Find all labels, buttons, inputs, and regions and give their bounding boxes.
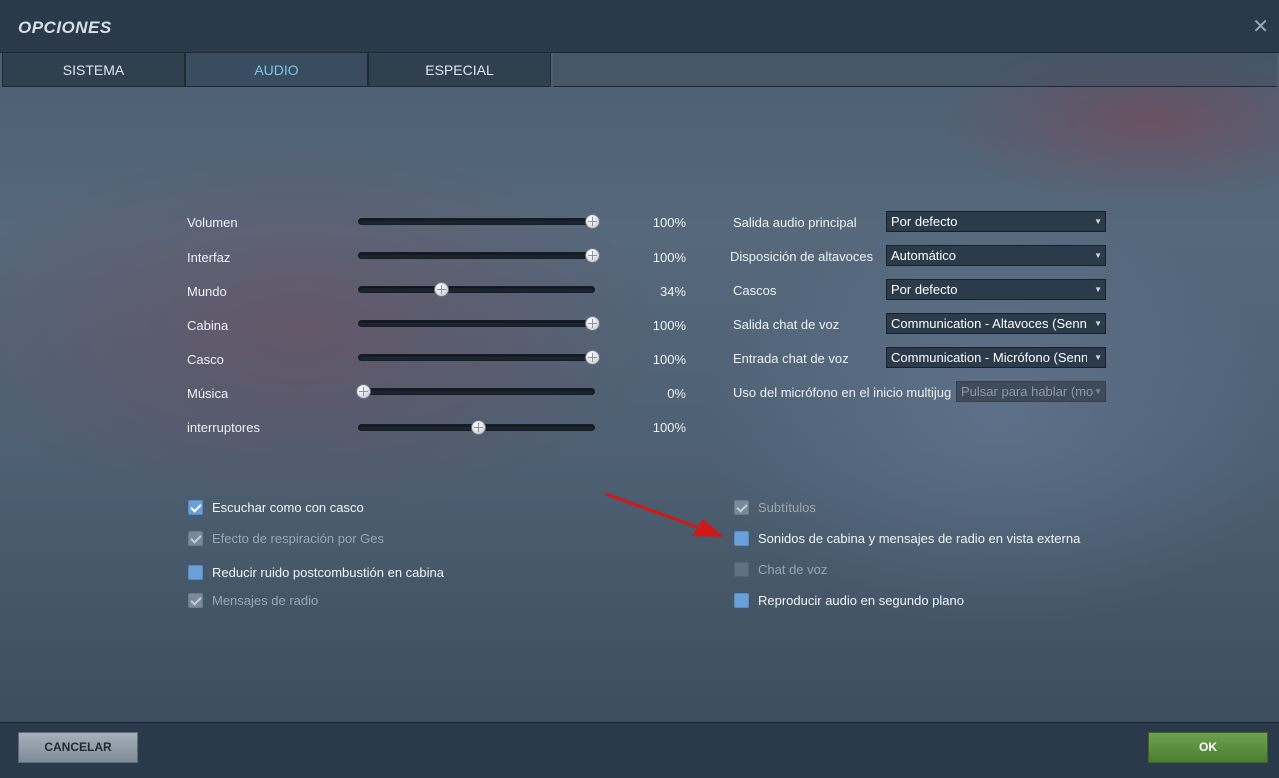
- slider-value-cabina: 100%: [652, 318, 686, 333]
- slider-casco[interactable]: [358, 350, 600, 365]
- tab-bar: SISTEMA AUDIO ESPECIAL: [2, 53, 551, 87]
- slider-knob[interactable]: [356, 384, 371, 399]
- chevron-down-icon: ▼: [1094, 285, 1102, 294]
- tab-strip-filler: [553, 53, 1277, 87]
- slider-knob[interactable]: [585, 350, 600, 365]
- select-value: Por defecto: [891, 214, 958, 229]
- checkbox-label: Escuchar como con casco: [212, 500, 364, 515]
- title-bar: OPCIONES ✕: [0, 0, 1279, 53]
- chevron-down-icon: ▼: [1094, 319, 1102, 328]
- checkbox-sonidos-cabina[interactable]: [734, 531, 749, 546]
- slider-value-musica: 0%: [667, 386, 686, 401]
- slider-knob[interactable]: [433, 282, 449, 297]
- select-altavoces[interactable]: Automático ▼: [886, 245, 1106, 266]
- window-title: OPCIONES: [18, 18, 112, 37]
- checkbox-label: Chat de voz: [758, 562, 828, 577]
- select-microfono[interactable]: Pulsar para hablar (mo ▼: [956, 381, 1106, 402]
- ok-button[interactable]: OK: [1148, 732, 1268, 763]
- checkbox-label: Subtítulos: [758, 500, 816, 515]
- select-value: Por defecto: [891, 282, 958, 297]
- checkbox-label: Mensajes de radio: [212, 593, 319, 608]
- checkbox-label: Sonidos de cabina y mensajes de radio en…: [758, 531, 1081, 546]
- chevron-down-icon: ▼: [1094, 353, 1102, 362]
- slider-value-interfaz: 100%: [652, 250, 686, 265]
- checkbox-segundo-plano[interactable]: [734, 593, 749, 608]
- slider-interfaz[interactable]: [358, 248, 600, 263]
- cancel-button[interactable]: CANCELAR: [18, 732, 138, 763]
- select-cascos[interactable]: Por defecto ▼: [886, 279, 1106, 300]
- select-value: Communication - Micrófono (Sennh: [891, 350, 1087, 365]
- select-value: Communication - Altavoces (Sennh: [891, 316, 1087, 331]
- options-window: OPCIONES ✕ SISTEMA AUDIO ESPECIAL Volume…: [0, 0, 1279, 778]
- checkbox-escuchar-casco[interactable]: [188, 500, 203, 515]
- tab-audio[interactable]: AUDIO: [185, 53, 368, 87]
- checkbox-subtitulos[interactable]: [734, 500, 749, 515]
- slider-label-musica: Música: [187, 386, 229, 401]
- select-value: Automático: [891, 248, 957, 263]
- checkbox-label: Reducir ruido postcombustión en cabina: [212, 565, 444, 580]
- annotation-arrow-icon: [605, 492, 724, 537]
- device-label-microfono: Uso del micrófono en el inicio multijug: [733, 385, 952, 400]
- tab-sistema[interactable]: SISTEMA: [2, 53, 185, 87]
- slider-value-interruptores: 100%: [652, 420, 686, 435]
- device-label-salida-principal: Salida audio principal: [733, 215, 857, 230]
- device-label-cascos: Cascos: [733, 283, 777, 298]
- checkbox-mensajes-radio[interactable]: [188, 593, 203, 608]
- slider-value-volumen: 100%: [652, 215, 686, 230]
- select-salida-principal[interactable]: Por defecto ▼: [886, 211, 1106, 232]
- slider-label-casco: Casco: [187, 352, 224, 367]
- tab-especial[interactable]: ESPECIAL: [368, 53, 551, 87]
- slider-value-casco: 100%: [652, 352, 686, 367]
- slider-value-mundo: 34%: [659, 284, 686, 299]
- slider-volumen[interactable]: [358, 214, 600, 229]
- footer-bar: CANCELAR OK: [0, 722, 1279, 778]
- select-value: Pulsar para hablar (mo: [961, 384, 1093, 399]
- checkbox-label: Efecto de respiración por Ges: [212, 531, 384, 546]
- slider-musica[interactable]: [356, 384, 595, 399]
- checkbox-respiracion[interactable]: [188, 531, 203, 546]
- slider-knob[interactable]: [585, 248, 600, 263]
- chevron-down-icon: ▼: [1094, 217, 1102, 226]
- slider-knob[interactable]: [470, 420, 486, 435]
- chevron-down-icon: ▼: [1094, 251, 1102, 260]
- slider-label-mundo: Mundo: [187, 284, 227, 299]
- device-label-entrada-chat: Entrada chat de voz: [733, 351, 849, 366]
- checkbox-label: Reproducir audio en segundo plano: [758, 593, 964, 608]
- device-label-altavoces: Disposición de altavoces: [730, 249, 874, 264]
- slider-knob[interactable]: [585, 316, 600, 331]
- slider-label-interruptores: interruptores: [187, 420, 260, 435]
- checkbox-chat-voz[interactable]: [734, 562, 749, 577]
- slider-label-volumen: Volumen: [187, 215, 238, 230]
- select-salida-chat[interactable]: Communication - Altavoces (Sennh ▼: [886, 313, 1106, 334]
- device-label-salida-chat: Salida chat de voz: [733, 317, 840, 332]
- slider-mundo[interactable]: [358, 282, 595, 297]
- select-entrada-chat[interactable]: Communication - Micrófono (Sennh ▼: [886, 347, 1106, 368]
- slider-label-cabina: Cabina: [187, 318, 229, 333]
- slider-interruptores[interactable]: [358, 420, 595, 435]
- slider-label-interfaz: Interfaz: [187, 250, 231, 265]
- slider-knob[interactable]: [585, 214, 600, 229]
- slider-cabina[interactable]: [358, 316, 600, 331]
- chevron-down-icon: ▼: [1094, 387, 1102, 396]
- close-icon[interactable]: ✕: [1252, 17, 1269, 37]
- checkbox-reducir-ruido[interactable]: [188, 565, 203, 580]
